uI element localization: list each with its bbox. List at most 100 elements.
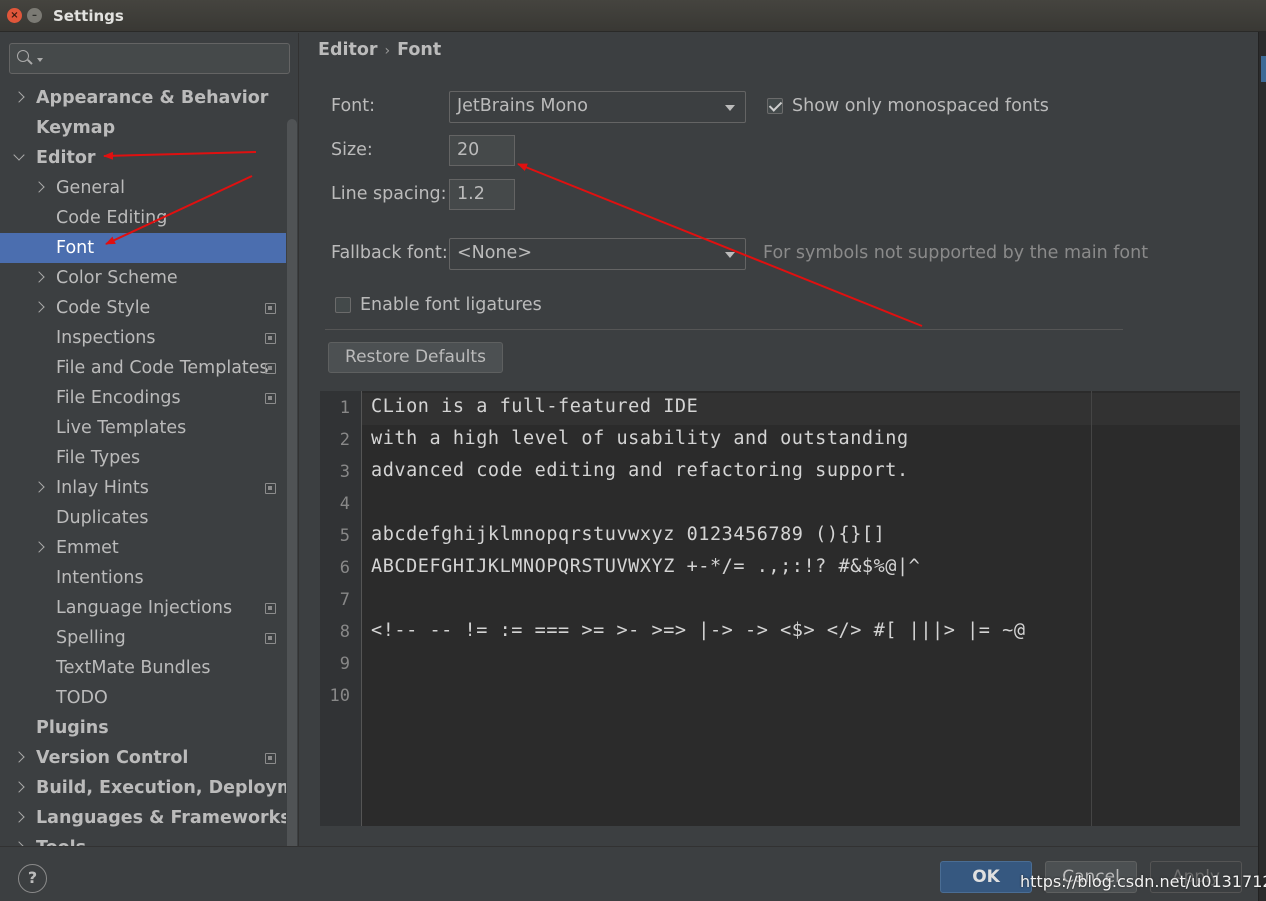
line-number: 6	[339, 558, 350, 578]
breadcrumb-separator: ›	[384, 43, 391, 59]
preview-code-line: abcdefghijklmnopqrstuvwxyz 0123456789 ()…	[371, 524, 886, 545]
sidebar-item-label: Code Editing	[56, 208, 168, 228]
chevron-down-icon	[725, 105, 735, 111]
sidebar-item-inspections[interactable]: Inspections	[0, 323, 286, 353]
line-number: 4	[339, 494, 350, 514]
sidebar-item-todo[interactable]: TODO	[0, 683, 286, 713]
font-size-input[interactable]: 20	[449, 135, 515, 166]
fallback-font-hint: For symbols not supported by the main fo…	[763, 243, 1149, 263]
preview-code-line: with a high level of usability and outst…	[371, 428, 909, 449]
window-title: Settings	[53, 7, 124, 25]
line-number: 9	[339, 654, 350, 674]
preview-code-line: advanced code editing and refactoring su…	[371, 460, 909, 481]
right-margin-guide	[1091, 391, 1092, 826]
settings-tree: Appearance & Behavior Keymap Editor General…	[0, 83, 286, 846]
sidebar-item-general[interactable]: General	[0, 173, 286, 203]
sidebar-item-file-encodings[interactable]: File Encodings	[0, 383, 286, 413]
project-settings-icon	[265, 333, 276, 344]
sidebar-item-language-injections[interactable]: Language Injections	[0, 593, 286, 623]
sidebar-item-file-and-code-templates[interactable]: File and Code Templates	[0, 353, 286, 383]
search-icon	[17, 50, 29, 62]
sidebar-item-code-editing[interactable]: Code Editing	[0, 203, 286, 233]
sidebar-item-font[interactable]: Font	[0, 233, 286, 263]
fallback-font-value: <None>	[457, 243, 532, 263]
project-settings-icon	[265, 393, 276, 404]
sidebar-item-emmet[interactable]: Emmet	[0, 533, 286, 563]
project-settings-icon	[265, 363, 276, 374]
font-family-value: JetBrains Mono	[457, 96, 588, 116]
breadcrumb-parent: Editor	[318, 40, 378, 60]
font-ligatures-label[interactable]: Enable font ligatures	[360, 295, 542, 315]
search-history-dropdown-icon[interactable]	[37, 58, 43, 62]
sidebar-scrollbar[interactable]	[287, 119, 297, 861]
project-settings-icon	[265, 753, 276, 764]
fallback-font-combo[interactable]: <None>	[449, 238, 746, 270]
sidebar-item-color-scheme[interactable]: Color Scheme	[0, 263, 286, 293]
sidebar-item-label: General	[56, 178, 125, 198]
sidebar-item-inlay-hints[interactable]: Inlay Hints	[0, 473, 286, 503]
chevron-right-icon[interactable]	[33, 301, 45, 313]
sidebar-item-intentions[interactable]: Intentions	[0, 563, 286, 593]
font-preview-editor[interactable]: 1 CLion is a full-featured IDE 2 with a hig…	[320, 391, 1240, 826]
background-window-marker	[1261, 56, 1266, 82]
font-family-combo[interactable]: JetBrains Mono	[449, 91, 746, 123]
sidebar-item-textmate-bundles[interactable]: TextMate Bundles	[0, 653, 286, 683]
background-window-edge	[1258, 32, 1266, 901]
help-button[interactable]: ?	[18, 864, 47, 893]
chevron-right-icon[interactable]	[33, 541, 45, 553]
close-window-button[interactable]: ×	[7, 8, 22, 23]
ok-button[interactable]: OK	[940, 861, 1032, 893]
chevron-right-icon[interactable]	[13, 781, 25, 793]
sidebar-item-label: Keymap	[36, 118, 116, 138]
sidebar-item-label: Spelling	[56, 628, 126, 648]
chevron-right-icon[interactable]	[13, 811, 25, 823]
preview-code-line: CLion is a full-featured IDE	[371, 396, 699, 417]
fallback-font-label: Fallback font:	[331, 243, 448, 263]
sidebar-item-duplicates[interactable]: Duplicates	[0, 503, 286, 533]
sidebar-item-label: Languages & Frameworks	[36, 808, 286, 828]
minimize-window-button[interactable]: –	[27, 8, 42, 23]
line-spacing-value: 1.2	[457, 184, 485, 204]
restore-defaults-button[interactable]: Restore Defaults	[328, 342, 503, 373]
sidebar-item-build-execution-deployment[interactable]: Build, Execution, Deployment	[0, 773, 286, 803]
sidebar-item-editor[interactable]: Editor	[0, 143, 286, 173]
sidebar-item-label: File and Code Templates	[56, 358, 269, 378]
chevron-right-icon[interactable]	[33, 481, 45, 493]
chevron-down-icon[interactable]	[13, 149, 25, 161]
sidebar-item-version-control[interactable]: Version Control	[0, 743, 286, 773]
sidebar-item-label: Build, Execution, Deployment	[36, 778, 286, 798]
line-number: 5	[339, 526, 350, 546]
line-number: 7	[339, 590, 350, 610]
watermark: https://blog.csdn.net/u013171226	[1020, 872, 1266, 891]
settings-search-input[interactable]	[9, 43, 290, 74]
sidebar-item-keymap[interactable]: Keymap	[0, 113, 286, 143]
sidebar-item-file-types[interactable]: File Types	[0, 443, 286, 473]
breadcrumb: Editor › Font	[318, 40, 441, 60]
sidebar-item-spelling[interactable]: Spelling	[0, 623, 286, 653]
chevron-down-icon	[725, 252, 735, 258]
sidebar-item-label: Appearance & Behavior	[36, 88, 269, 108]
chevron-right-icon[interactable]	[33, 271, 45, 283]
line-spacing-input[interactable]: 1.2	[449, 179, 515, 210]
size-label: Size:	[331, 140, 373, 160]
sidebar-item-appearance-behavior[interactable]: Appearance & Behavior	[0, 83, 286, 113]
sidebar-item-code-style[interactable]: Code Style	[0, 293, 286, 323]
sidebar-item-label: File Types	[56, 448, 141, 468]
show-monospaced-checkbox[interactable]	[767, 98, 783, 114]
chevron-right-icon[interactable]	[13, 751, 25, 763]
sidebar-item-plugins[interactable]: Plugins	[0, 713, 286, 743]
sidebar-item-tools[interactable]: Tools	[0, 833, 286, 846]
font-ligatures-checkbox[interactable]	[335, 297, 351, 313]
chevron-right-icon[interactable]	[13, 91, 25, 103]
sidebar-item-languages-frameworks[interactable]: Languages & Frameworks	[0, 803, 286, 833]
sidebar-item-label: Code Style	[56, 298, 151, 318]
separator	[325, 329, 1123, 330]
show-monospaced-label[interactable]: Show only monospaced fonts	[792, 96, 1049, 116]
line-number: 8	[339, 622, 350, 642]
sidebar-item-live-templates[interactable]: Live Templates	[0, 413, 286, 443]
sidebar-item-label: TODO	[56, 688, 108, 708]
project-settings-icon	[265, 633, 276, 644]
sidebar-item-label: Live Templates	[56, 418, 187, 438]
chevron-right-icon[interactable]	[33, 181, 45, 193]
settings-sidebar: Appearance & Behavior Keymap Editor General…	[0, 33, 299, 861]
